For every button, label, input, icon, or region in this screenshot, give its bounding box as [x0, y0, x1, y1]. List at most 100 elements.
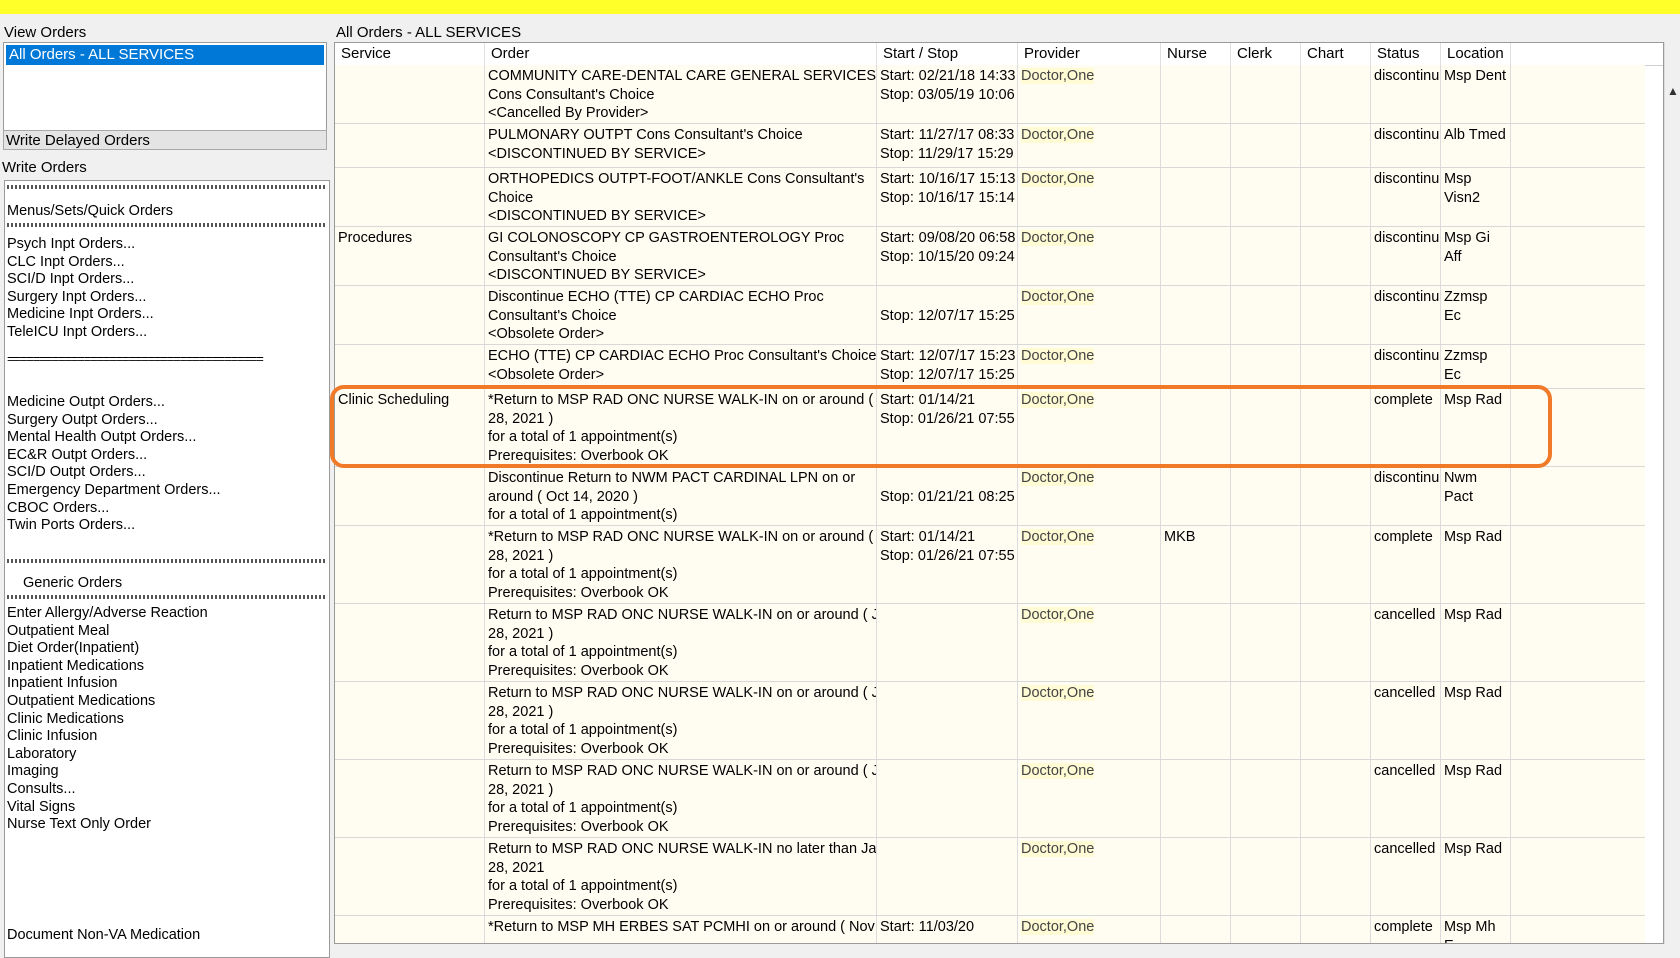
menus-sets-header[interactable]: Menus/Sets/Quick Orders — [7, 203, 173, 219]
write-delayed-orders-button[interactable]: Write Delayed Orders — [3, 130, 327, 150]
view-orders-label: View Orders — [4, 24, 87, 41]
order-text-line: *Return to MSP MH ERBES SAT PCMHI on or … — [488, 919, 877, 935]
order-text-line: for a total of 1 appointment(s) — [488, 566, 678, 582]
generic-order-item[interactable]: Clinic Infusion — [7, 728, 97, 744]
order-text-line: <Obsolete Order> — [488, 366, 605, 383]
document-non-va-med-item[interactable]: Document Non-VA Medication — [7, 927, 200, 943]
location-cell: Msp Dent — [1441, 65, 1511, 123]
outpt-order-item[interactable]: Surgery Outpt Orders... — [7, 412, 158, 428]
table-row[interactable]: Discontinue ECHO (TTE) CP CARDIAC ECHO P… — [335, 286, 1645, 345]
table-row[interactable]: Return to MSP RAD ONC NURSE WALK-IN no l… — [335, 838, 1645, 916]
service-cell — [335, 604, 485, 681]
inpt-order-item[interactable]: Medicine Inpt Orders... — [7, 306, 154, 322]
generic-order-item[interactable]: Consults... — [7, 781, 76, 797]
scroll-up-icon[interactable]: ▲ — [1667, 84, 1679, 98]
order-text-line: 28, 2021 ) — [488, 547, 554, 564]
vertical-scrollbar[interactable]: ▲ — [1664, 42, 1680, 944]
provider-cell: Doctor,One — [1018, 682, 1161, 759]
inpt-order-item[interactable]: TeleICU Inpt Orders... — [7, 324, 147, 340]
order-text-line: 28, 2021 ) — [488, 781, 554, 798]
order-text-line: GI COLONOSCOPY CP GASTROENTEROLOGY Proc — [488, 230, 845, 246]
column-header-service[interactable]: Service — [335, 43, 485, 65]
inpt-order-item[interactable]: Surgery Inpt Orders... — [7, 289, 146, 305]
table-row[interactable]: Discontinue Return to NWM PACT CARDINAL … — [335, 467, 1645, 526]
outpt-order-item[interactable]: Emergency Department Orders... — [7, 482, 221, 498]
zigzag-divider — [7, 595, 325, 599]
location-cell: Nwm Pact — [1441, 467, 1511, 525]
generic-order-item[interactable]: Imaging — [7, 763, 59, 779]
table-row[interactable]: Return to MSP RAD ONC NURSE WALK-IN on o… — [335, 682, 1645, 760]
grid-header: Service Order Start / Stop Provider Nurse Cle… — [335, 43, 1663, 66]
nurse-cell — [1161, 389, 1231, 466]
table-row[interactable]: Clinic Scheduling *Return to MSP RAD ONC … — [335, 389, 1645, 467]
table-row[interactable]: ECHO (TTE) CP CARDIAC ECHO Proc Consulta… — [335, 345, 1645, 389]
column-header-status[interactable]: Status — [1371, 43, 1441, 65]
table-row[interactable]: Return to MSP RAD ONC NURSE WALK-IN on o… — [335, 604, 1645, 682]
column-header-location[interactable]: Location — [1441, 43, 1511, 65]
generic-order-item[interactable]: Outpatient Medications — [7, 693, 155, 709]
clerk-cell — [1231, 467, 1301, 525]
generic-order-item[interactable]: Outpatient Meal — [7, 623, 109, 639]
generic-order-item[interactable]: Clinic Medications — [7, 711, 124, 727]
nurse-cell — [1161, 682, 1231, 759]
orders-title: All Orders - ALL SERVICES — [336, 24, 522, 41]
write-orders-list[interactable]: Menus/Sets/Quick Orders ================… — [4, 180, 330, 958]
clerk-cell — [1231, 838, 1301, 915]
order-text-line: Consultant's Choice — [488, 307, 617, 324]
provider-name: Doctor,One — [1021, 470, 1095, 486]
generic-order-item[interactable]: Inpatient Infusion — [7, 675, 117, 691]
order-text-line: 28, 2021 ) — [488, 625, 554, 642]
outpt-order-item[interactable]: EC&R Outpt Orders... — [7, 447, 147, 463]
service-cell — [335, 345, 485, 388]
clerk-cell — [1231, 345, 1301, 388]
provider-name: Doctor,One — [1021, 919, 1095, 935]
order-cell: Return to MSP RAD ONC NURSE WALK-IN no l… — [485, 838, 877, 915]
order-text-line: <DISCONTINUED BY SERVICE> — [488, 145, 706, 162]
generic-order-item[interactable]: Nurse Text Only Order — [7, 816, 151, 832]
order-text-line: Prerequisites: Overbook OK — [488, 818, 669, 835]
generic-orders-header[interactable]: Generic Orders — [23, 575, 122, 591]
column-header-clerk[interactable]: Clerk — [1231, 43, 1301, 65]
generic-order-item[interactable]: Vital Signs — [7, 799, 75, 815]
status-cell: cancelled — [1371, 682, 1441, 759]
start-date: Start: 11/03/20 — [880, 919, 975, 935]
outpt-order-item[interactable]: Medicine Outpt Orders... — [7, 394, 165, 410]
column-header-provider[interactable]: Provider — [1018, 43, 1161, 65]
column-header-nurse[interactable]: Nurse — [1161, 43, 1231, 65]
chart-cell — [1301, 168, 1371, 226]
table-row[interactable]: PULMONARY OUTPT Cons Consultant's Choice… — [335, 124, 1645, 168]
inpt-order-item[interactable]: SCI/D Inpt Orders... — [7, 271, 134, 287]
orders-grid[interactable]: Service Order Start / Stop Provider Nurse Cle… — [334, 42, 1664, 944]
view-orders-list[interactable]: All Orders - ALL SERVICES — [3, 42, 327, 134]
generic-order-item[interactable]: Diet Order(Inpatient) — [7, 640, 139, 656]
inpt-order-item[interactable]: Psych Inpt Orders... — [7, 236, 135, 252]
outpt-order-item[interactable]: Twin Ports Orders... — [7, 517, 135, 533]
chart-cell — [1301, 526, 1371, 603]
service-cell — [335, 838, 485, 915]
table-row[interactable]: COMMUNITY CARE-DENTAL CARE GENERAL SERVI… — [335, 65, 1645, 124]
inpt-order-item[interactable]: CLC Inpt Orders... — [7, 254, 125, 270]
chart-cell — [1301, 838, 1371, 915]
table-row[interactable]: Procedures GI COLONOSCOPY CP GASTROENTERO… — [335, 227, 1645, 286]
status-cell: complete — [1371, 916, 1441, 943]
location-cell: Msp Visn2 — [1441, 168, 1511, 226]
column-header-chart[interactable]: Chart — [1301, 43, 1371, 65]
table-row[interactable]: *Return to MSP MH ERBES SAT PCMHI on or … — [335, 916, 1645, 943]
start-date — [880, 288, 1014, 307]
column-header-order[interactable]: Order — [485, 43, 877, 65]
generic-order-item[interactable]: Enter Allergy/Adverse Reaction — [7, 605, 208, 621]
view-item-all-orders[interactable]: All Orders - ALL SERVICES — [6, 45, 324, 65]
table-row[interactable]: ORTHOPEDICS OUTPT-FOOT/ANKLE Cons Consul… — [335, 168, 1645, 227]
start-stop-cell: Start: 10/16/17 15:13 Stop: 10/16/17 15:1… — [877, 168, 1018, 226]
outpt-order-item[interactable]: CBOC Orders... — [7, 500, 109, 516]
status-cell: discontinu — [1371, 227, 1441, 285]
outpt-order-item[interactable]: Mental Health Outpt Orders... — [7, 429, 196, 445]
start-date — [880, 606, 1014, 625]
generic-order-item[interactable]: Laboratory — [7, 746, 76, 762]
generic-order-item[interactable]: Inpatient Medications — [7, 658, 144, 674]
table-row[interactable]: *Return to MSP RAD ONC NURSE WALK-IN on … — [335, 526, 1645, 604]
outpt-order-item[interactable]: SCI/D Outpt Orders... — [7, 464, 146, 480]
clerk-cell — [1231, 526, 1301, 603]
table-row[interactable]: Return to MSP RAD ONC NURSE WALK-IN on o… — [335, 760, 1645, 838]
column-header-start-stop[interactable]: Start / Stop — [877, 43, 1018, 65]
